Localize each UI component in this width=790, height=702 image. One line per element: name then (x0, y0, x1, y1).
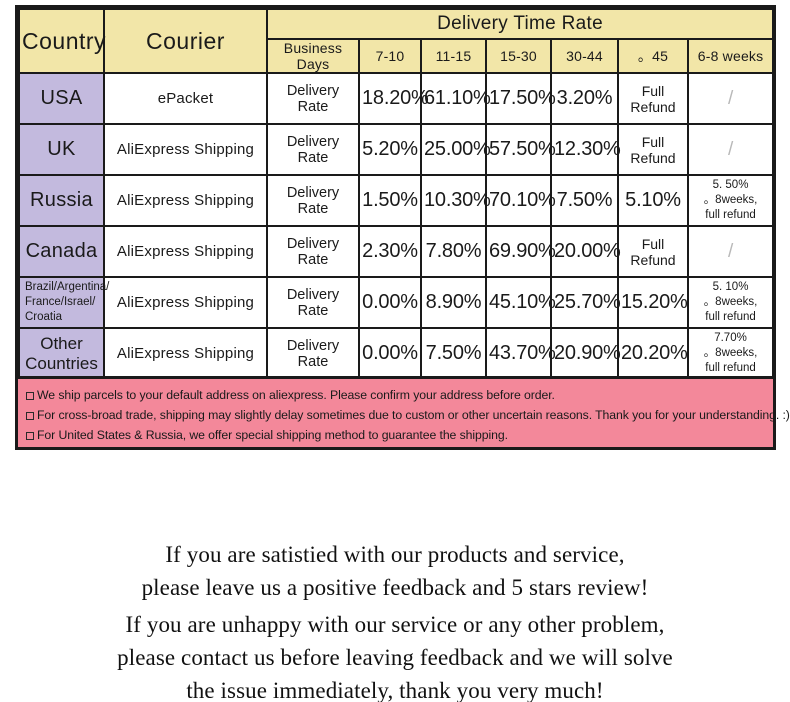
note-text: For United States & Russia, we offer spe… (37, 427, 508, 442)
feedback-line: please leave us a positive feedback and … (141, 575, 649, 600)
header-range-6-8-weeks: 6-8 weeks (686, 38, 775, 74)
feedback-paragraph-negative: If you are unhappy with our service or a… (0, 608, 790, 702)
header-range-11-15: 11-15 (420, 38, 487, 74)
cell-rate-15-30: 45.10% (485, 276, 556, 329)
cell-rate-7-10: 0.00% (358, 276, 422, 329)
feedback-banner: FEEDBACK (0, 470, 790, 540)
feedback-paragraph-positive: If you are satistied with our products a… (0, 538, 790, 604)
cell-country: UK (18, 123, 105, 176)
cell-courier: AliExpress Shipping (103, 174, 268, 227)
cell-rate-15-30: 57.50% (485, 123, 556, 176)
note-text: We ship parcels to your default address … (37, 388, 555, 402)
cell-rate-label: Delivery Rate (266, 123, 360, 176)
table-row: Brazil/Argentina/France/Israel/Croatia A… (18, 276, 775, 329)
cell-rate-label: Delivery Rate (266, 327, 360, 380)
cell-rate-over-45: Full Refund (617, 225, 689, 278)
cell-country: Other Countries (18, 327, 105, 380)
cell-country: Russia (18, 174, 105, 227)
checkbox-icon (26, 411, 34, 420)
cell-rate-11-15: 8.90% (420, 276, 487, 329)
cell-rate-label: Delivery Rate (266, 174, 360, 227)
cell-country: Brazil/Argentina/France/Israel/Croatia (18, 276, 109, 329)
cell-rate-15-30: 70.10% (485, 174, 556, 227)
cell-rate-label: Delivery Rate (266, 276, 360, 329)
shipping-notes-panel: We ship parcels to your default address … (15, 376, 790, 450)
cell-country: USA (18, 72, 105, 125)
cell-rate-7-10: 5.20% (358, 123, 422, 176)
header-country: Country (18, 8, 106, 74)
cell-rate-15-30: 17.50% (485, 72, 556, 125)
header-delivery-time-rate: Delivery Time Rate (265, 8, 775, 40)
header-range-30-44: 30-44 (550, 38, 619, 74)
shipping-table-block: Country Courier Delivery Time Rate Busin… (15, 5, 776, 383)
cell-rate-30-44: 7.50% (550, 174, 619, 227)
cell-rate-30-44: 3.20% (550, 72, 619, 125)
table-row: UK AliExpress Shipping Delivery Rate 5.2… (18, 123, 775, 176)
cell-rate-6-8-weeks: / (686, 225, 775, 278)
note-item: For cross-broad trade, shipping may slig… (26, 406, 790, 426)
feedback-line: please contact us before leaving feedbac… (117, 645, 673, 670)
cell-courier: ePacket (103, 72, 268, 125)
header-courier: Courier (103, 8, 268, 74)
cell-rate-6-8-weeks: / (686, 72, 775, 125)
cell-country: Canada (18, 225, 105, 278)
cell-rate-11-15: 61.10% (420, 72, 491, 125)
shipping-table: Country Courier Delivery Time Rate Busin… (18, 8, 775, 380)
cell-rate-over-45: 20.20% (617, 327, 689, 380)
note-item: For United States & Russia, we offer spe… (26, 426, 765, 446)
cell-rate-15-30: 69.90% (485, 225, 556, 278)
cell-courier: AliExpress Shipping (103, 225, 268, 278)
table-row: Russia AliExpress Shipping Delivery Rate… (18, 174, 775, 227)
cell-rate-label: Delivery Rate (266, 225, 360, 278)
header-range-over-45: 。45 (617, 38, 689, 74)
cell-courier: AliExpress Shipping (103, 327, 268, 380)
table-header-row-1: Country Courier Delivery Time Rate (18, 8, 775, 74)
cell-rate-7-10: 2.30% (358, 225, 422, 278)
cell-rate-30-44: 25.70% (550, 276, 621, 329)
feedback-line: If you are satistied with our products a… (165, 542, 625, 567)
cell-rate-6-8-weeks: 5. 50% 。8weeks, full refund (686, 174, 775, 227)
cell-rate-30-44: 20.90% (550, 327, 621, 380)
table-row: USA ePacket Delivery Rate 18.20% 61.10% … (18, 72, 775, 125)
cell-rate-15-30: 43.70% (485, 327, 556, 380)
cell-rate-11-15: 10.30% (420, 174, 491, 227)
header-range-15-30: 15-30 (485, 38, 552, 74)
cell-rate-11-15: 7.50% (420, 327, 487, 380)
note-item: We ship parcels to your default address … (26, 386, 765, 406)
cell-courier: AliExpress Shipping (103, 276, 268, 329)
cell-rate-30-44: 20.00% (550, 225, 621, 278)
cell-rate-11-15: 7.80% (420, 225, 487, 278)
table-row: Canada AliExpress Shipping Delivery Rate… (18, 225, 775, 278)
cell-rate-7-10: 18.20% (358, 72, 429, 125)
cell-rate-over-45: 5.10% (617, 174, 689, 227)
cell-rate-30-44: 12.30% (550, 123, 621, 176)
checkbox-icon (26, 431, 34, 440)
header-range-7-10: 7-10 (358, 38, 422, 74)
cell-rate-6-8-weeks: 5. 10% 。8weeks, full refund (686, 276, 775, 329)
table-row: Other Countries AliExpress Shipping Deli… (18, 327, 775, 380)
cell-rate-7-10: 0.00% (358, 327, 422, 380)
cell-rate-over-45: Full Refund (617, 123, 689, 176)
cell-rate-6-8-weeks: 7.70% 。8weeks, full refund (686, 327, 775, 380)
cell-courier: AliExpress Shipping (103, 123, 268, 176)
cell-rate-7-10: 1.50% (358, 174, 422, 227)
cell-rate-6-8-weeks: / (686, 123, 775, 176)
note-text: For cross-broad trade, shipping may slig… (37, 407, 790, 422)
header-business-days: Business Days (266, 38, 360, 74)
feedback-line: If you are unhappy with our service or a… (125, 612, 665, 637)
feedback-line: the issue immediately, thank you very mu… (186, 678, 604, 702)
cell-rate-over-45: 15.20% (617, 276, 689, 329)
cell-rate-over-45: Full Refund (617, 72, 689, 125)
shipping-and-feedback-page: Country Courier Delivery Time Rate Busin… (0, 0, 790, 702)
cell-rate-11-15: 25.00% (420, 123, 491, 176)
checkbox-icon (26, 392, 34, 400)
cell-rate-label: Delivery Rate (266, 72, 360, 125)
